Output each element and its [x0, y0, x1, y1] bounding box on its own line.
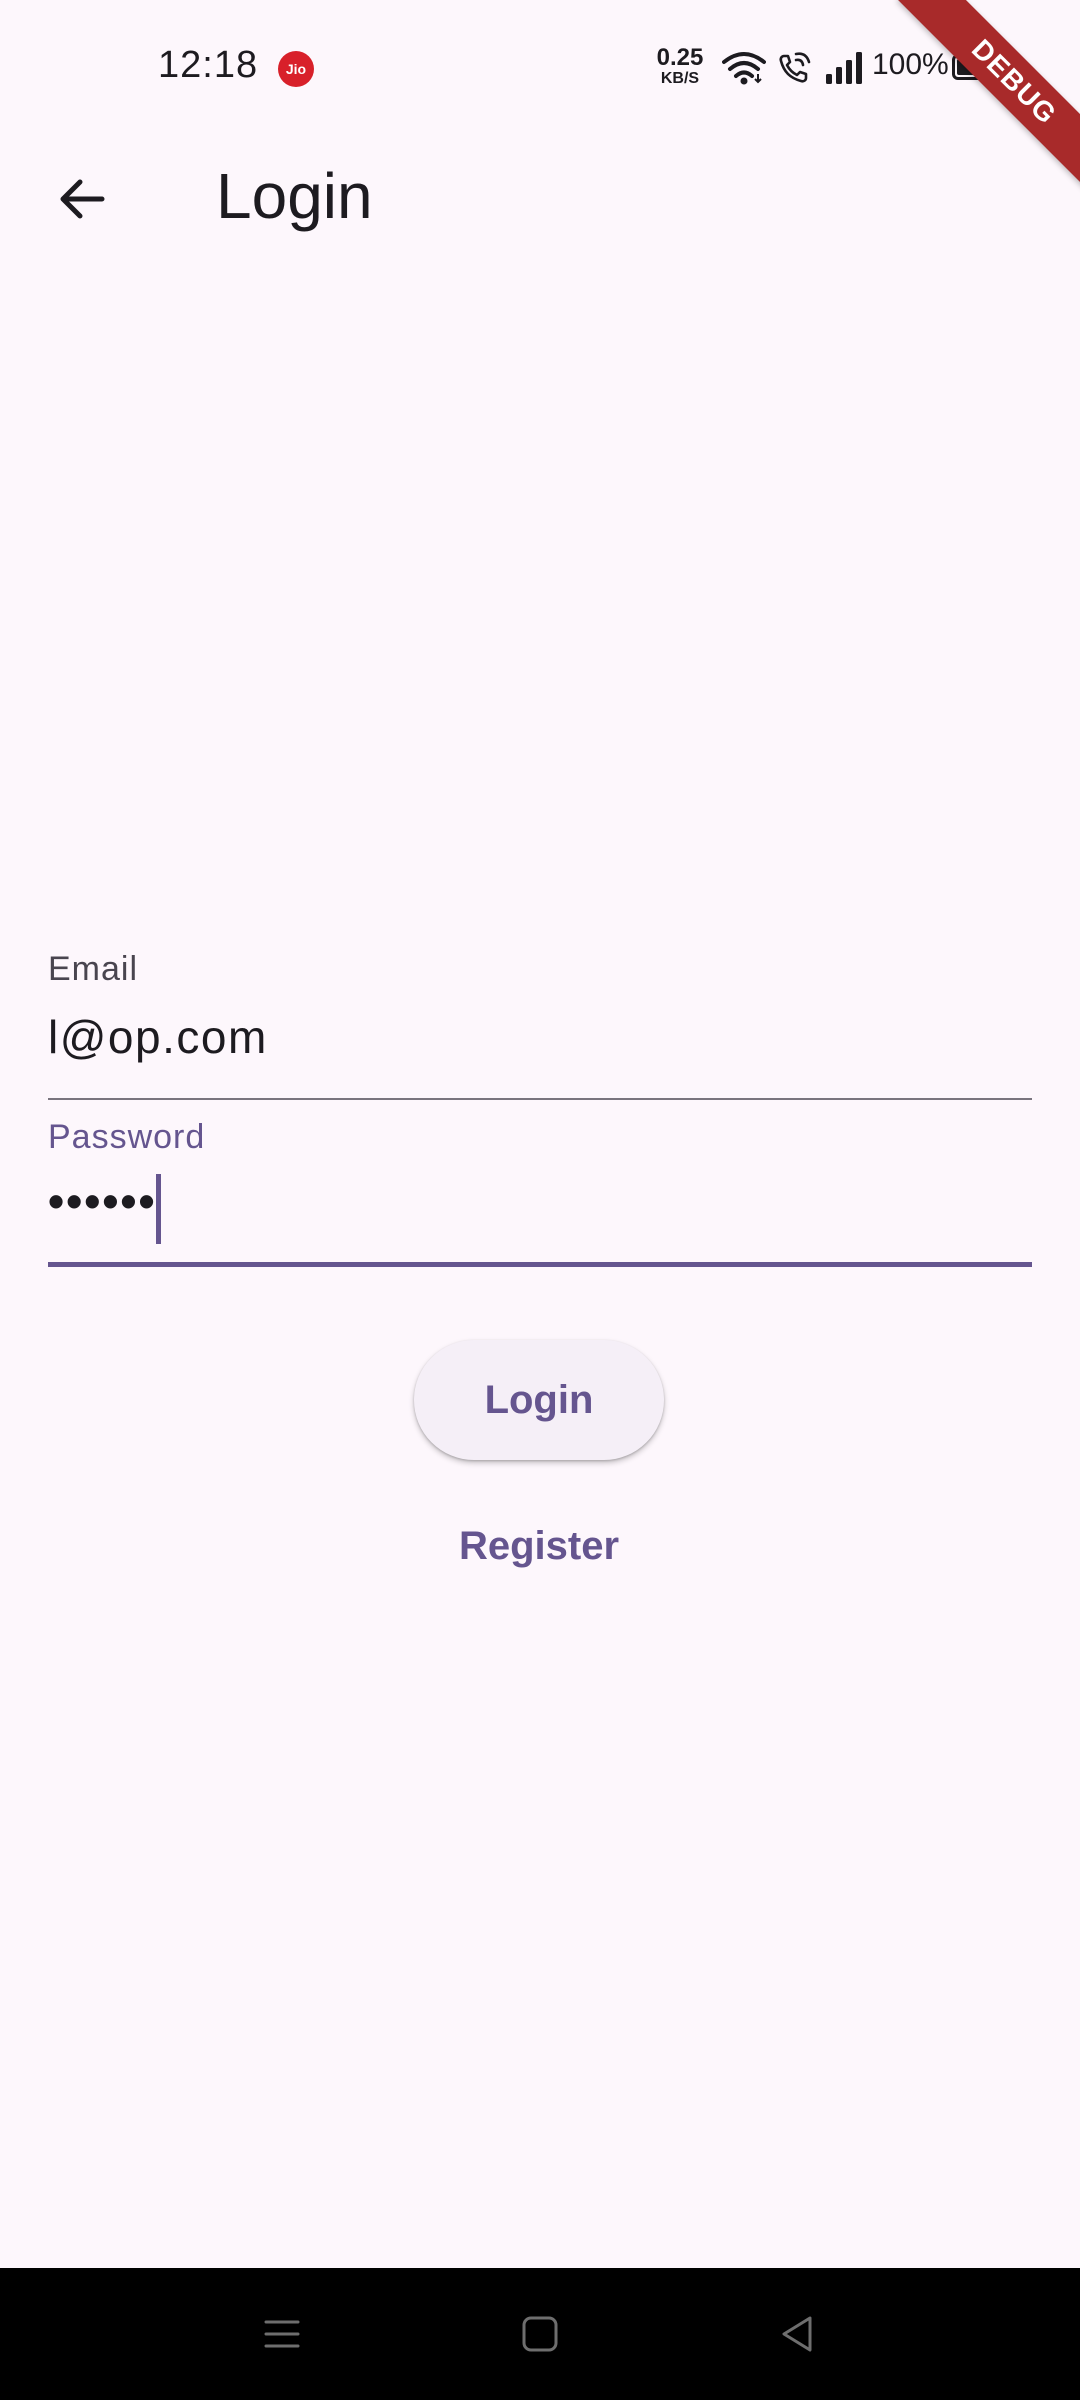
- password-field[interactable]: Password ••••••: [48, 1118, 1032, 1270]
- back-button[interactable]: [40, 157, 124, 241]
- back-nav-button[interactable]: [766, 2302, 830, 2366]
- menu-icon: [264, 2320, 300, 2348]
- email-field[interactable]: Email l@op.com: [48, 950, 1032, 1102]
- home-button[interactable]: [508, 2302, 572, 2366]
- wifi-icon: [722, 52, 766, 85]
- battery-percent: 100%: [872, 48, 949, 81]
- network-speed: 0.25 KB/S: [652, 46, 708, 87]
- network-speed-unit: KB/S: [660, 70, 700, 87]
- carrier-badge-icon: Jio: [278, 51, 314, 87]
- arrow-back-icon: [60, 179, 105, 219]
- register-button[interactable]: Register: [414, 1506, 664, 1586]
- wifi-calling-icon: [779, 52, 811, 83]
- password-label: Password: [48, 1118, 206, 1156]
- recent-apps-button[interactable]: [250, 2302, 314, 2366]
- password-input[interactable]: ••••••: [48, 1174, 157, 1228]
- network-speed-value: 0.25: [656, 44, 704, 71]
- text-cursor: [156, 1174, 161, 1244]
- email-input[interactable]: l@op.com: [48, 1010, 268, 1064]
- home-square-icon: [522, 2316, 558, 2352]
- system-nav-bar: [0, 2268, 1080, 2400]
- status-time: 12:18: [158, 44, 259, 86]
- password-underline: [48, 1262, 1032, 1267]
- carrier-badge-label: Jio: [285, 61, 307, 77]
- back-triangle-icon: [782, 2316, 812, 2352]
- login-button[interactable]: Login: [414, 1340, 664, 1460]
- signal-strength-icon: [826, 52, 862, 84]
- page-title: Login: [216, 160, 373, 232]
- email-label: Email: [48, 950, 139, 988]
- email-underline: [48, 1098, 1032, 1100]
- app-bar: Login: [0, 135, 1080, 260]
